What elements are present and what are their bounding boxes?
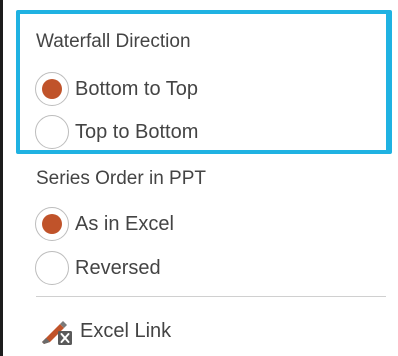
section-divider xyxy=(36,296,386,297)
waterfall-direction-title: Waterfall Direction xyxy=(36,31,191,52)
chart-options-panel: Waterfall Direction Bottom to Top Top to… xyxy=(0,0,398,356)
radio-unselected-icon xyxy=(35,251,69,285)
excel-link-button[interactable]: Excel Link xyxy=(40,316,171,346)
radio-selected-icon xyxy=(35,72,69,106)
radio-top-to-bottom[interactable]: Top to Bottom xyxy=(35,115,198,149)
window-edge xyxy=(0,0,3,356)
radio-label: Top to Bottom xyxy=(75,120,199,143)
radio-selected-icon xyxy=(35,207,69,241)
radio-bottom-to-top[interactable]: Bottom to Top xyxy=(35,72,198,106)
excel-link-icon xyxy=(42,321,72,345)
radio-as-in-excel[interactable]: As in Excel xyxy=(35,207,174,241)
radio-reversed[interactable]: Reversed xyxy=(35,251,161,285)
series-order-title: Series Order in PPT xyxy=(36,168,206,189)
radio-label: As in Excel xyxy=(75,212,174,235)
excel-link-label: Excel Link xyxy=(80,319,172,342)
radio-label: Reversed xyxy=(75,256,161,279)
radio-unselected-icon xyxy=(35,115,69,149)
radio-label: Bottom to Top xyxy=(75,77,199,100)
